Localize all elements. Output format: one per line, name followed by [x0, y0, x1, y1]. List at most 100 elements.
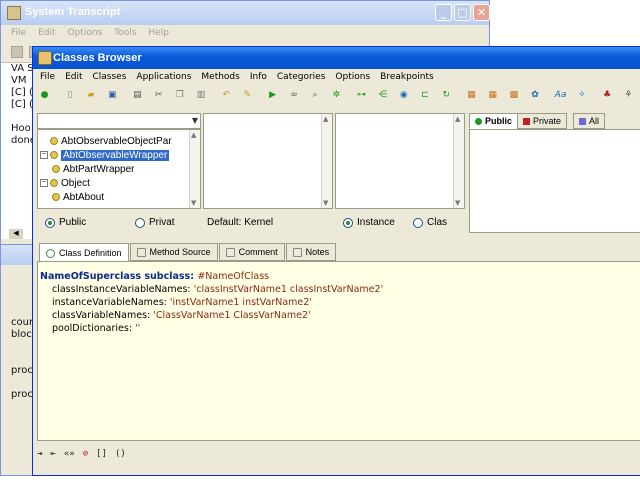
vertical-scrollbar[interactable]: ▲ ▼ — [321, 114, 332, 208]
search-icon[interactable]: ⌕ — [309, 89, 320, 101]
radio-public[interactable]: Public — [45, 217, 86, 228]
run-icon[interactable]: ● — [39, 89, 50, 101]
maximize-icon[interactable]: □ — [454, 4, 471, 21]
chevron-down-icon[interactable]: ▼ — [192, 116, 198, 125]
scroll-down-icon[interactable]: ▼ — [191, 199, 196, 207]
menu-info[interactable]: Info — [250, 72, 272, 82]
quote-icon[interactable]: «» — [64, 449, 75, 459]
hierarchy-icon[interactable]: ⊶ — [356, 89, 367, 101]
transcript-title: System Transcript — [25, 6, 121, 18]
open-folder-icon[interactable]: ▰ — [85, 89, 96, 101]
radio-instance-button[interactable] — [343, 217, 353, 228]
tab-class-definition[interactable]: Class Definition — [39, 243, 129, 262]
tab-notes[interactable]: Notes — [285, 243, 337, 261]
scroll-down-icon[interactable]: ▼ — [455, 199, 460, 207]
class-tree-pane[interactable]: AbtObservableObjectPar − AbtObservableWr… — [37, 129, 201, 209]
cluster-icon[interactable]: ♣ — [602, 89, 613, 101]
menu-options[interactable]: Options — [335, 72, 375, 82]
application-combo[interactable]: ▼ — [37, 113, 201, 129]
radio-class-button[interactable] — [413, 217, 423, 228]
close-icon[interactable]: ✕ — [473, 4, 490, 21]
font-icon[interactable]: Aa — [555, 89, 567, 101]
code-editor[interactable]: NameOfSuperclass subclass: #NameOfClass … — [37, 261, 640, 441]
flower-icon[interactable]: ✿ — [529, 89, 540, 101]
categories-pane[interactable]: ▲ ▼ — [203, 113, 333, 209]
scroll-up-icon[interactable]: ▲ — [323, 115, 328, 123]
collapse-icon[interactable]: − — [40, 151, 48, 159]
collapse-icon[interactable]: − — [40, 179, 48, 187]
save-icon[interactable]: ▣ — [107, 89, 118, 101]
classes-browser-window[interactable]: Classes Browser File Edit Classes Applic… — [32, 46, 640, 476]
grid3-icon[interactable]: ▩ — [508, 89, 519, 101]
molecule-icon[interactable]: ⚘ — [623, 89, 634, 101]
vertical-scrollbar[interactable]: ▲ ▼ — [453, 114, 464, 208]
paste-icon[interactable]: ▥ — [195, 89, 206, 101]
debug-icon[interactable]: ✲ — [331, 89, 342, 101]
radio-public-button[interactable] — [45, 217, 55, 228]
branch-icon[interactable]: ⊏ — [419, 89, 430, 101]
new-file-icon[interactable]: ▯ — [64, 89, 75, 101]
format-icon[interactable]: ⊘ — [83, 449, 88, 459]
transcript-menu-tools[interactable]: Tools — [114, 28, 136, 38]
all-icon — [579, 117, 586, 125]
methods-pane[interactable]: ▲ ▼ — [335, 113, 465, 209]
inspect-icon[interactable]: ∞ — [288, 89, 299, 101]
tab-method-source[interactable]: Method Source — [129, 243, 218, 261]
tree-item[interactable]: − Object — [40, 176, 90, 190]
refresh-icon[interactable]: ↻ — [441, 89, 452, 101]
vertical-scrollbar[interactable]: ▲ ▼ — [189, 130, 200, 208]
menu-methods[interactable]: Methods — [201, 72, 244, 82]
transcript-menu-options[interactable]: Options — [68, 28, 103, 38]
tab-private[interactable]: Private — [517, 113, 568, 129]
magic-icon[interactable]: ✧ — [576, 89, 587, 101]
menu-file[interactable]: File — [40, 72, 60, 82]
cut-icon[interactable]: ✂ — [153, 89, 164, 101]
menu-breakpoints[interactable]: Breakpoints — [380, 72, 439, 82]
radio-instance[interactable]: Instance — [343, 217, 395, 228]
grid2-icon[interactable]: ▦ — [487, 89, 498, 101]
tab-public[interactable]: Public — [469, 113, 519, 129]
radio-private[interactable]: Privat — [135, 217, 175, 228]
globe-icon[interactable]: ◉ — [398, 89, 409, 101]
tree-item[interactable]: AbtPartWrapper — [52, 162, 135, 176]
tree-item-label: AbtPartWrapper — [63, 163, 135, 175]
tree-item[interactable]: AbtObservableObjectPar — [50, 134, 172, 148]
transcript-menu-help[interactable]: Help — [148, 28, 169, 38]
radio-class[interactable]: Clas — [413, 217, 447, 228]
tab-all[interactable]: All — [573, 113, 606, 129]
tab-comment[interactable]: Comment — [218, 243, 285, 261]
minimize-icon[interactable]: _ — [435, 4, 452, 21]
parens-button[interactable]: () — [115, 449, 126, 459]
scroll-up-icon[interactable]: ▲ — [191, 131, 196, 139]
background-window-titlebar[interactable] — [1, 245, 35, 265]
transcript-titlebar[interactable]: System Transcript _ □ ✕ — [1, 1, 490, 25]
pin-icon[interactable]: ✎ — [242, 89, 253, 101]
tree-item[interactable]: AbtAbout — [52, 190, 104, 204]
outdent-icon[interactable]: ⇤ — [50, 449, 55, 459]
radio-private-button[interactable] — [135, 217, 145, 228]
transcript-menu-file[interactable]: File — [11, 28, 26, 38]
undo-icon[interactable]: ↶ — [221, 89, 232, 101]
background-window[interactable]: cour bloc proc proc — [0, 244, 36, 476]
grid-icon[interactable]: ▦ — [466, 89, 477, 101]
brackets-button[interactable]: [] — [96, 449, 107, 459]
toolbar-icon[interactable] — [11, 45, 23, 58]
menu-edit[interactable]: Edit — [65, 72, 87, 82]
menu-categories[interactable]: Categories — [277, 72, 331, 82]
tree-item[interactable]: − AbtObservableWrapper — [40, 148, 170, 162]
browser-titlebar[interactable]: Classes Browser — [33, 47, 640, 69]
indent-icon[interactable]: ⇥ — [37, 449, 42, 459]
class-icon — [50, 151, 58, 159]
scroll-down-icon[interactable]: ▼ — [323, 199, 328, 207]
transcript-menu-edit[interactable]: Edit — [38, 28, 55, 38]
execute-icon[interactable]: ▶ — [267, 89, 278, 101]
tree-icon[interactable]: ⋲ — [377, 89, 388, 101]
scroll-left-icon[interactable]: ◀ — [9, 229, 23, 239]
public-icon — [475, 117, 482, 125]
visibility-pane[interactable] — [469, 129, 640, 233]
copy-icon[interactable]: ❐ — [174, 89, 185, 101]
scroll-up-icon[interactable]: ▲ — [455, 115, 460, 123]
print-icon[interactable]: ▤ — [132, 89, 143, 101]
menu-classes[interactable]: Classes — [93, 72, 132, 82]
menu-applications[interactable]: Applications — [136, 72, 196, 82]
